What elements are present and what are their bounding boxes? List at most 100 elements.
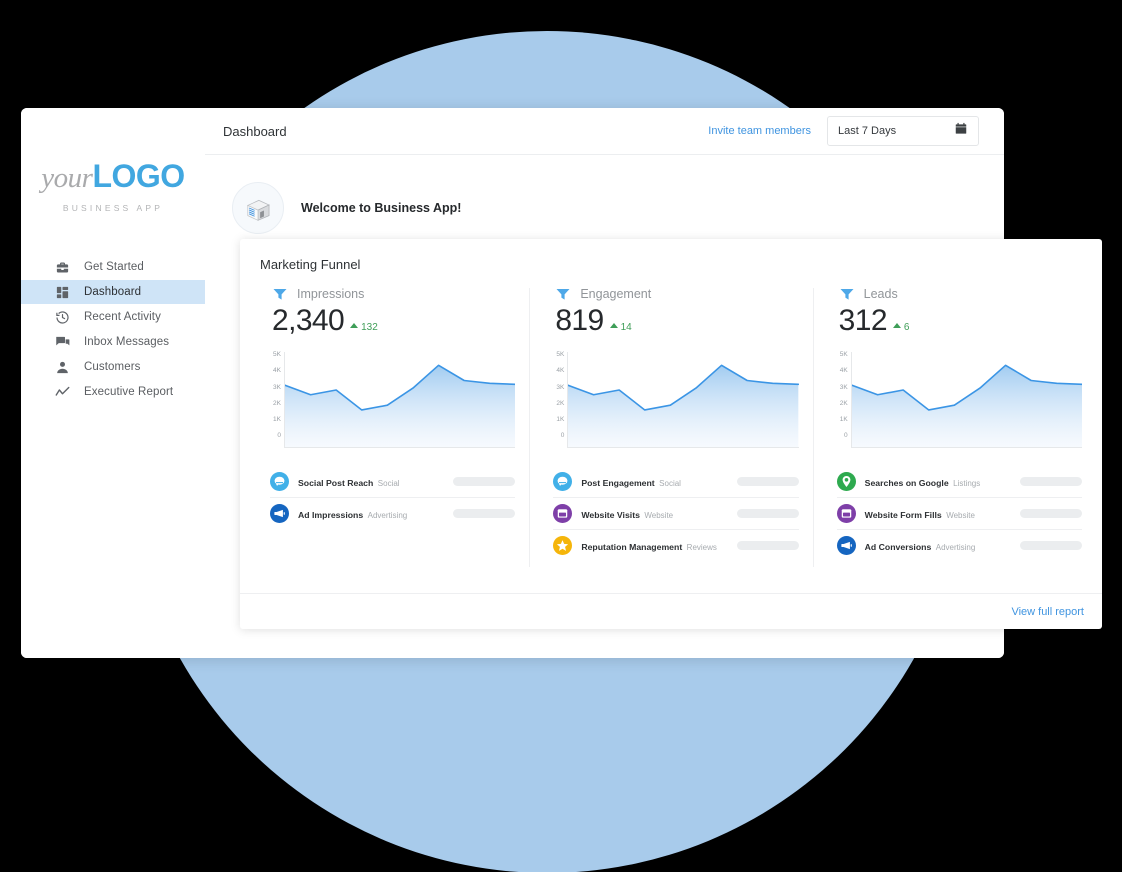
y-tick: 3K [556,383,565,391]
item-name: Social Post Reach [298,477,374,488]
item-name: Ad Conversions [864,541,932,552]
sidebar-item-label: Executive Report [84,386,174,398]
column-name: Impressions [297,287,365,301]
chat-bubble-icon [270,472,289,491]
y-tick: 0 [844,432,848,440]
item-name: Post Engagement [581,477,655,488]
progress-bar-track [453,509,516,518]
funnel-columns: Impressions 2,340 132 5K 4K 3K 2K 1K 0 S… [240,272,1102,593]
package-box-icon [232,182,284,234]
progress-bar-track [1019,509,1082,518]
column-name: Leads [863,287,898,301]
y-tick: 5K [273,351,281,358]
progress-bar-track [1019,477,1082,486]
browser-icon [553,504,573,523]
metric-value: 819 [555,304,604,337]
item-category: Listings [953,478,981,488]
funnel-column-impressions: Impressions 2,340 132 5K 4K 3K 2K 1K 0 S… [246,286,529,593]
briefcase-icon [55,260,70,275]
date-range-picker[interactable]: Last 7 Days [827,116,979,146]
area-chart-engagement: 5K 4K 3K 2K 1K 0 [543,351,799,448]
delta-up-arrow-icon [609,323,618,328]
list-item[interactable]: Website Form Fills Website [836,498,1082,530]
chart-y-axis: 5K 4K 3K 2K 1K 0 [827,351,851,448]
top-bar-actions: Invite team members Last 7 Days [708,116,979,146]
y-tick: 2K [556,399,565,407]
chart-plot-area [284,352,516,448]
sidebar-item-label: Dashboard [84,286,142,298]
list-item-texts: Ad Conversions Advertising [865,537,976,555]
funnel-icon [839,286,855,302]
sidebar: yourLOGO BUSINESS APP Get Started Dashbo… [21,108,205,658]
column-metric: 2,340 132 [260,304,515,338]
calendar-icon [954,122,968,141]
list-item-texts: Reputation Management Reviews [581,537,717,555]
item-category: Social [377,478,400,488]
funnel-column-leads: Leads 312 6 5K 4K 3K 2K 1K 0 Searches on… [812,286,1096,593]
progress-bar-track [736,509,799,518]
metric-delta: 132 [350,322,378,333]
item-category: Advertising [935,542,976,552]
invite-team-members-link[interactable]: Invite team members [708,125,811,137]
chart-plot-area [567,352,799,448]
delta-up-arrow-icon [892,323,901,328]
logo-subtitle: BUSINESS APP [62,203,164,213]
chat-icon [55,335,70,350]
list-item-texts: Social Post Reach Social [298,473,400,491]
page-title: Dashboard [223,123,287,139]
list-item[interactable]: Post Engagement Social [553,466,799,498]
sidebar-item-recent-activity[interactable]: Recent Activity [21,305,205,329]
list-item[interactable]: Ad Conversions Advertising [836,530,1082,561]
list-item[interactable]: Ad Impressions Advertising [270,498,516,529]
column-metric: 312 6 [827,304,1082,338]
progress-bar-track [1019,541,1082,550]
sidebar-item-label: Inbox Messages [84,336,170,348]
y-tick: 1K [556,416,565,424]
sidebar-item-dashboard[interactable]: Dashboard [21,280,205,304]
list-item[interactable]: Website Visits Website [553,498,799,530]
progress-bar-track [736,477,799,486]
card-footer: View full report [240,593,1102,629]
y-tick: 1K [839,416,848,424]
grid-icon [55,285,70,300]
item-category: Advertising [367,510,408,520]
column-header: Impressions [260,286,515,302]
sidebar-nav: Get Started Dashboard Recent Activity In… [21,255,205,404]
funnel-icon [555,286,571,302]
delta-value: 14 [620,322,632,333]
card-title: Marketing Funnel [260,257,361,272]
progress-bar-track [736,541,799,550]
welcome-text: Welcome to Business App! [301,201,462,215]
y-tick: 3K [273,383,281,391]
item-category: Social [659,478,681,488]
megaphone-icon [270,504,289,523]
chart-y-axis: 5K 4K 3K 2K 1K 0 [543,351,567,448]
area-chart-leads: 5K 4K 3K 2K 1K 0 [827,351,1082,448]
y-tick: 0 [560,432,565,440]
sidebar-item-label: Customers [84,361,141,373]
item-name: Ad Impressions [298,509,364,520]
sidebar-item-label: Recent Activity [84,311,161,323]
item-name: Website Form Fills [864,509,942,520]
list-item[interactable]: Reputation Management Reviews [553,530,799,561]
y-tick: 4K [273,367,281,375]
sidebar-item-customers[interactable]: Customers [21,355,205,379]
chart-y-axis: 5K 4K 3K 2K 1K 0 [260,351,284,448]
sidebar-item-label: Get Started [84,261,144,273]
welcome-banner: Welcome to Business App! [205,155,1004,234]
list-item-texts: Searches on Google Listings [865,473,981,491]
metric-delta: 6 [892,322,909,333]
y-tick: 1K [273,416,281,424]
view-full-report-link[interactable]: View full report [1011,606,1084,618]
trend-line-icon [55,385,70,400]
browser-icon [836,504,856,523]
top-bar: Dashboard Invite team members Last 7 Day… [205,108,1004,155]
item-name: Reputation Management [581,541,683,552]
sidebar-item-get-started[interactable]: Get Started [21,255,205,279]
list-item[interactable]: Social Post Reach Social [270,466,516,498]
sidebar-item-inbox-messages[interactable]: Inbox Messages [21,330,205,354]
item-category: Website [644,510,674,520]
area-chart-impressions: 5K 4K 3K 2K 1K 0 [260,351,516,448]
sidebar-item-executive-report[interactable]: Executive Report [21,380,205,404]
list-item[interactable]: Searches on Google Listings [836,466,1082,498]
